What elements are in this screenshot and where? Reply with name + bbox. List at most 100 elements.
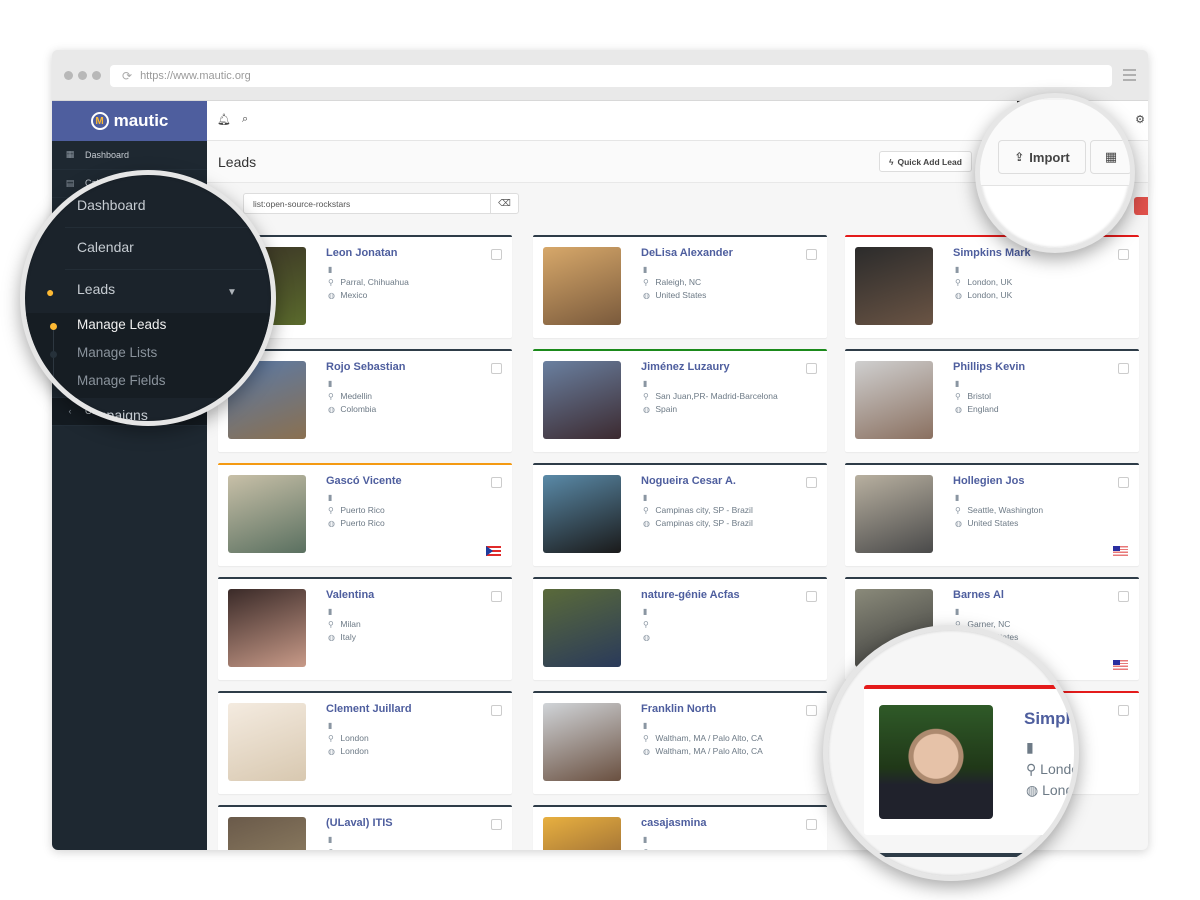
pin-icon: ⚲: [955, 278, 961, 287]
lead-checkbox[interactable]: [806, 819, 817, 830]
sidebar-item-dashboard[interactable]: ▦ Dashboard: [52, 141, 207, 170]
lead-name[interactable]: Jiménez Luzaury: [641, 361, 730, 373]
address-bar[interactable]: ⟳ https://www.mautic.org: [110, 65, 1112, 87]
mag-nav-leads[interactable]: Leads: [77, 281, 115, 297]
lead-name[interactable]: (ULaval) ITIS: [326, 817, 393, 829]
lead-name[interactable]: nature-génie Acfas: [641, 589, 740, 601]
lead-checkbox[interactable]: [491, 249, 502, 260]
window-dot-minimize[interactable]: [78, 71, 87, 80]
lead-checkbox[interactable]: [491, 591, 502, 602]
bell-icon[interactable]: 🔔︎: [217, 113, 231, 126]
lead-checkbox[interactable]: [1118, 591, 1129, 602]
delete-button[interactable]: [1134, 197, 1148, 215]
brand-logo[interactable]: M mautic: [52, 101, 207, 141]
lead-checkbox[interactable]: [806, 477, 817, 488]
search-input[interactable]: [244, 194, 490, 213]
lead-card[interactable]: Jiménez Luzaury ▮ ⚲ San Juan,PR- Madrid-Ba…: [533, 349, 827, 452]
window-dot-close[interactable]: [64, 71, 73, 80]
lead-name[interactable]: Gascó Vicente: [326, 475, 402, 487]
lead-card[interactable]: casajasmina▮⚲ ◍: [533, 805, 827, 850]
lead-city: ⚲ Waltham, MA / Palo Alto, CA: [643, 733, 763, 743]
lead-name[interactable]: Barnes Al: [953, 589, 1004, 601]
magnifier-header-actions: ⇪ Import ▦: [975, 93, 1135, 253]
lead-checkbox[interactable]: [806, 705, 817, 716]
lead-checkbox[interactable]: [491, 363, 502, 374]
lead-name[interactable]: casajasmina: [641, 817, 706, 829]
lead-photo: [543, 361, 621, 439]
company-line: ▮: [328, 834, 338, 844]
mag-nav-campaigns[interactable]: Campaigns: [77, 407, 148, 421]
globe-icon: ◍: [643, 747, 650, 756]
caret-down-icon[interactable]: ▼: [227, 287, 237, 298]
lead-card[interactable]: nature-génie Acfas ▮ ⚲ ◍: [533, 577, 827, 680]
inactive-dot: [50, 351, 57, 358]
lead-card[interactable]: (ULaval) ITIS▮⚲ ◍: [218, 805, 512, 850]
lead-country: ◍: [643, 632, 653, 642]
lead-checkbox[interactable]: [806, 363, 817, 374]
pin-icon: ⚲: [643, 848, 653, 850]
lead-name[interactable]: Hollegien Jos: [953, 475, 1025, 487]
mag-nav-manage-leads[interactable]: Manage Leads: [77, 317, 166, 332]
lead-card[interactable]: Phillips Kevin ▮ ⚲ Bristol ◍ England: [845, 349, 1139, 452]
gear-icon[interactable]: ⚙: [1135, 113, 1145, 126]
quick-add-lead-button[interactable]: ϟ Quick Add Lead: [879, 151, 972, 172]
lead-city: ⚲ London: [328, 733, 369, 743]
mag-nav-calendar[interactable]: Calendar: [77, 239, 134, 255]
lead-card[interactable]: Nogueira Cesar A. ▮ ⚲ Campinas city, SP - …: [533, 463, 827, 566]
lead-card[interactable]: Simpkins Mark ▮ ⚲ London, UK ◍ London, UK: [845, 235, 1139, 338]
globe-icon: ◍: [328, 519, 335, 528]
mag-nav-manage-fields[interactable]: Manage Fields: [77, 373, 166, 388]
lead-name[interactable]: Nogueira Cesar A.: [641, 475, 736, 487]
grid-icon: ▦: [65, 149, 75, 160]
lead-checkbox[interactable]: [1118, 705, 1129, 716]
lead-photo: [543, 475, 621, 553]
lead-checkbox[interactable]: [806, 249, 817, 260]
lead-checkbox[interactable]: [1118, 363, 1129, 374]
lead-card[interactable]: Franklin North ▮ ⚲ Waltham, MA / Palo Alto…: [533, 691, 827, 794]
import-button[interactable]: ⇪ Import: [998, 140, 1086, 174]
lead-card[interactable]: Valentina ▮ ⚲ Milan ◍ Italy: [218, 577, 512, 680]
table-view-icon[interactable]: ▦: [1090, 140, 1130, 174]
lead-checkbox[interactable]: [491, 819, 502, 830]
lead-country: ◍ Campinas city, SP - Brazil: [643, 518, 753, 528]
lead-checkbox[interactable]: [1118, 477, 1129, 488]
company-line: ▮: [643, 720, 653, 730]
reload-icon[interactable]: ⟳: [122, 69, 132, 83]
globe-icon: ◍: [643, 291, 650, 300]
mag-nav-manage-lists[interactable]: Manage Lists: [77, 345, 157, 360]
lead-name[interactable]: Simpki: [1024, 709, 1074, 729]
lead-name[interactable]: Franklin North: [641, 703, 716, 715]
lead-country: ◍ United States: [955, 518, 1019, 528]
magnified-lead-card[interactable]: Simpki ▮ ⚲ Londo ◍ Londo: [864, 685, 1074, 835]
building-icon: ▮: [643, 493, 648, 502]
company-line: ▮: [955, 606, 965, 616]
window-dot-maximize[interactable]: [92, 71, 101, 80]
lead-city: ⚲: [328, 847, 338, 850]
lead-card[interactable]: Gascó Vicente ▮ ⚲ Puerto Rico ◍ Puerto Rico: [218, 463, 512, 566]
lead-card[interactable]: Clement Juillard ▮ ⚲ London ◍ London: [218, 691, 512, 794]
lead-name[interactable]: DeLisa Alexander: [641, 247, 733, 259]
lead-checkbox[interactable]: [806, 591, 817, 602]
lead-photo: [228, 817, 306, 850]
lead-checkbox[interactable]: [1118, 249, 1129, 260]
lead-name[interactable]: Clement Juillard: [326, 703, 412, 715]
hamburger-icon[interactable]: [1123, 69, 1136, 84]
lead-name[interactable]: Phillips Kevin: [953, 361, 1025, 373]
lead-name[interactable]: Valentina: [326, 589, 374, 601]
pin-icon: ⚲: [328, 392, 334, 401]
lead-card[interactable]: Hollegien Jos ▮ ⚲ Seattle, Washington ◍ Uni…: [845, 463, 1139, 566]
lead-checkbox[interactable]: [491, 705, 502, 716]
pin-icon: ⚲: [328, 848, 338, 850]
calendar-icon: ▤: [65, 177, 75, 188]
lead-city: ⚲ Puerto Rico: [328, 505, 385, 515]
clear-search-icon[interactable]: ⌫: [490, 194, 518, 213]
country-flag-icon: [1113, 546, 1128, 556]
lead-name[interactable]: Simpkins Mark: [953, 247, 1031, 259]
lead-card[interactable]: DeLisa Alexander ▮ ⚲ Raleigh, NC ◍ United S…: [533, 235, 827, 338]
lead-checkbox[interactable]: [491, 477, 502, 488]
globe-icon: ◍: [955, 519, 962, 528]
lead-name[interactable]: Rojo Sebastian: [326, 361, 405, 373]
search-icon[interactable]: ⌕: [242, 113, 248, 126]
mag-nav-dashboard[interactable]: Dashboard: [77, 197, 146, 213]
lead-name[interactable]: Leon Jonatan: [326, 247, 398, 259]
